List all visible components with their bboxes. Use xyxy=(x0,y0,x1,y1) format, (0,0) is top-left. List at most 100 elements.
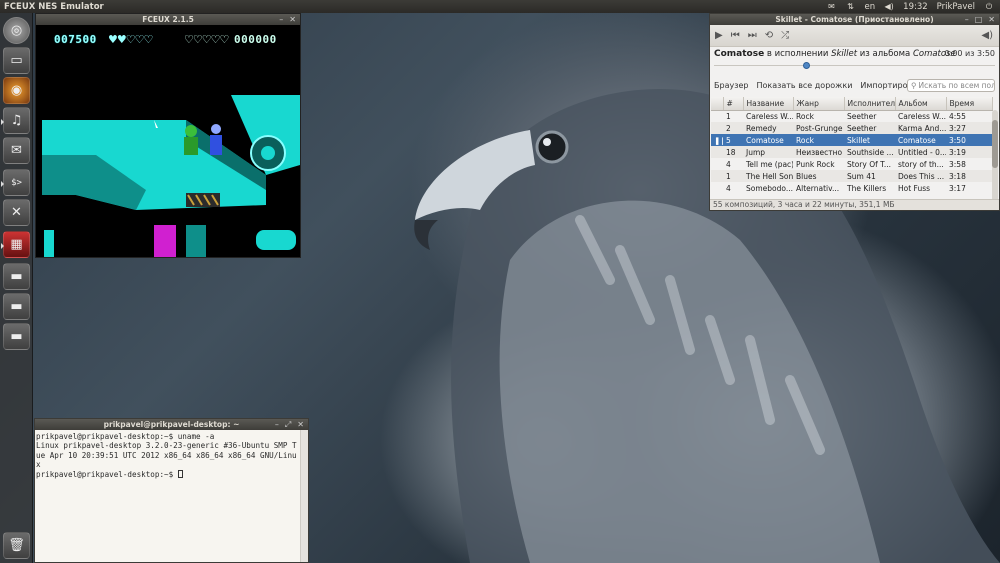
launcher-drive-1[interactable]: ▬ xyxy=(3,263,30,290)
window-controls: – □ ✕ xyxy=(965,14,995,25)
now-playing-title: Comatose xyxy=(714,49,765,59)
drive-icon: ▬ xyxy=(10,269,23,284)
minimize-icon[interactable]: – xyxy=(275,420,279,429)
track-title: Somebodo... xyxy=(746,183,793,193)
column-album[interactable]: Альбом xyxy=(895,97,947,111)
track-row[interactable]: 1 Careless W... Rock Seether Careless W.… xyxy=(711,110,992,122)
browser-link[interactable]: Браузер xyxy=(714,81,748,90)
search-placeholder: Искать по всем поля xyxy=(918,81,995,90)
launcher: ◎ ▭ ◉ ♫ ✉ $> ✕ ▦ ▬ ▬ ▬ 🗑 xyxy=(0,13,33,563)
column-number[interactable]: # xyxy=(723,97,744,111)
launcher-terminal[interactable]: $> xyxy=(1,169,30,196)
track-row[interactable]: 18 Jump Неизвестно Southside ... Untitle… xyxy=(711,146,992,158)
now-playing-artist: Skillet xyxy=(831,49,858,59)
launcher-system-settings[interactable]: ✕ xyxy=(3,199,30,226)
track-artist: Seether xyxy=(847,111,877,121)
show-all-tracks-link[interactable]: Показать все дорожки xyxy=(756,81,852,90)
column-state[interactable] xyxy=(711,97,724,111)
track-row[interactable]: 2 Remedy Post-Grunge Seether Karma And..… xyxy=(711,122,992,134)
launcher-firefox[interactable]: ◉ xyxy=(3,77,30,104)
launcher-home-folder[interactable]: ▭ xyxy=(3,47,30,74)
track-title: Comatose xyxy=(743,134,793,146)
firefox-icon: ◉ xyxy=(10,83,23,98)
track-album: Untitled - 0... xyxy=(895,146,946,158)
close-icon[interactable]: ✕ xyxy=(289,15,296,24)
volume-icon[interactable]: ◀) xyxy=(981,30,993,41)
launcher-drive-3[interactable]: ▬ xyxy=(3,323,30,350)
column-time[interactable]: Время xyxy=(946,97,993,111)
track-album: Hot Fuss xyxy=(898,183,931,193)
track-artist: Southside ... xyxy=(844,146,895,158)
now-playing-from: из альбома xyxy=(859,49,911,59)
next-icon[interactable]: ⏭ xyxy=(748,30,757,41)
mail-icon[interactable]: ✉ xyxy=(827,2,837,11)
track-state xyxy=(711,170,723,182)
drive-icon: ▬ xyxy=(10,329,23,344)
seek-bar[interactable] xyxy=(714,62,995,69)
search-field[interactable]: ⚲ Искать по всем поля xyxy=(907,79,995,92)
track-album: story of th... xyxy=(898,159,944,169)
close-icon[interactable]: ✕ xyxy=(297,420,304,429)
track-genre: Rock xyxy=(793,134,844,146)
track-title: Tell me (pac) xyxy=(746,159,793,169)
active-app-title: FCEUX NES Emulator xyxy=(4,1,104,12)
launcher-fceux[interactable]: ▦ xyxy=(1,231,30,258)
track-number: 1 xyxy=(723,170,743,182)
terminal-output[interactable]: prikpavel@prikpavel-desktop:~$ uname -a L… xyxy=(35,430,300,562)
network-icon[interactable]: ⇅ xyxy=(846,2,856,11)
track-list-scrollbar[interactable] xyxy=(992,110,998,202)
launcher-music-player[interactable]: ♫ xyxy=(1,107,30,134)
maximize-icon[interactable]: ⤢ xyxy=(285,420,291,430)
launcher-drive-2[interactable]: ▬ xyxy=(3,293,30,320)
view-links: Браузер Показать все дорожки Импортирова… xyxy=(714,81,926,90)
keyboard-layout-indicator[interactable]: en xyxy=(865,2,876,12)
track-row[interactable]: 4 Tell me (pac) Punk Rock Story Of T... … xyxy=(711,158,992,170)
music-player-window: Skillet - Comatose (Приостановлено) – □ … xyxy=(709,13,1000,211)
power-icon[interactable]: ⏻ xyxy=(984,2,994,11)
dash-button[interactable]: ◎ xyxy=(3,17,30,44)
window-title: FCEUX 2.1.5 xyxy=(142,15,194,24)
text-cursor xyxy=(177,469,183,478)
track-row[interactable]: 1 The Hell Song Blues Sum 41 Does This .… xyxy=(711,170,992,182)
volume-icon[interactable]: ◀) xyxy=(884,2,894,11)
play-icon[interactable]: ▶ xyxy=(715,30,723,41)
scrollbar-thumb[interactable] xyxy=(992,120,998,168)
previous-icon[interactable]: ⏮ xyxy=(731,30,740,41)
track-number: 1 xyxy=(726,111,731,121)
track-row-playing[interactable]: ❚❚ 5 Comatose Rock Skillet Comatose 3:50 xyxy=(711,134,992,146)
track-time: 3:27 xyxy=(946,122,992,134)
launcher-trash[interactable]: 🗑 xyxy=(3,532,30,559)
track-row[interactable]: 4 Somebodo... Alternativ... The Killers … xyxy=(711,182,992,194)
game-screen[interactable]: 007500 ♥♥♡♡♡ ♡♡♡♡♡ 000000 xyxy=(36,25,300,257)
track-number: 4 xyxy=(726,183,731,193)
minimize-icon[interactable]: – xyxy=(965,15,969,24)
track-state xyxy=(711,122,723,134)
column-title[interactable]: Название xyxy=(743,97,794,111)
track-table: # Название Жанр Исполнитель Альбом Время… xyxy=(711,97,993,194)
shuffle-icon[interactable]: ⤮ xyxy=(781,30,789,41)
track-genre: Post-Grunge xyxy=(793,122,844,134)
terminal-titlebar[interactable]: prikpavel@prikpavel-desktop: ~ – ⤢ ✕ xyxy=(35,419,308,430)
maximize-icon[interactable]: □ xyxy=(975,15,983,24)
repeat-icon[interactable]: ⟲ xyxy=(765,30,773,41)
music-titlebar[interactable]: Skillet - Comatose (Приостановлено) – □ … xyxy=(710,14,999,25)
track-number: 5 xyxy=(723,134,743,146)
mail-client-icon: ✉ xyxy=(11,143,22,158)
fceux-titlebar[interactable]: FCEUX 2.1.5 – ✕ xyxy=(36,14,300,25)
track-genre: Неизвестно xyxy=(793,146,844,158)
user-menu[interactable]: PrikPavel xyxy=(937,2,975,12)
minimize-icon[interactable]: – xyxy=(279,15,283,24)
terminal-scrollbar[interactable] xyxy=(300,430,308,562)
seek-handle[interactable] xyxy=(803,62,810,69)
window-controls: – ✕ xyxy=(279,14,296,25)
clock[interactable]: 19:32 xyxy=(903,2,928,12)
column-artist[interactable]: Исполнитель xyxy=(844,97,896,111)
column-genre[interactable]: Жанр xyxy=(793,97,845,111)
terminal-window: prikpavel@prikpavel-desktop: ~ – ⤢ ✕ pri… xyxy=(34,418,309,563)
top-panel: FCEUX NES Emulator ✉ ⇅ en ◀) 19:32 PrikP… xyxy=(0,0,1000,13)
track-album: Karma And... xyxy=(895,122,946,134)
track-artist: Story Of T... xyxy=(847,159,891,169)
library-status: 55 композиций, 3 часа и 22 минуты, 351,1… xyxy=(710,199,999,210)
close-icon[interactable]: ✕ xyxy=(988,15,995,24)
launcher-thunderbird[interactable]: ✉ xyxy=(3,137,30,164)
